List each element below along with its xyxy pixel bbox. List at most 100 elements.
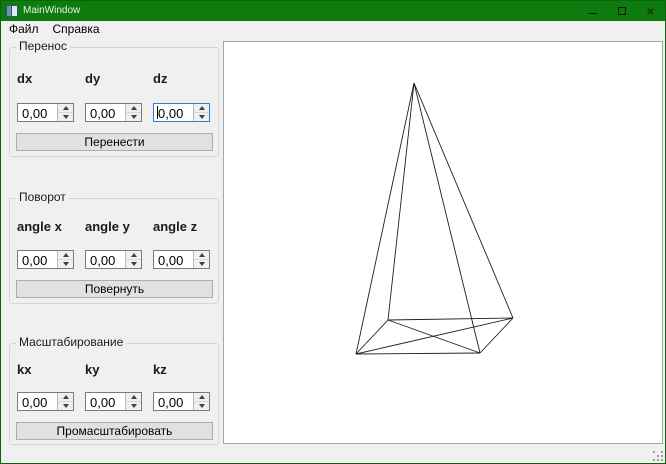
angle-z-input[interactable] — [154, 251, 193, 268]
spin-down-button[interactable] — [126, 113, 141, 121]
label-angle-y: angle y — [85, 219, 130, 234]
spin-up-button[interactable] — [126, 104, 141, 113]
spin-up-icon — [131, 253, 137, 257]
close-button[interactable]: × — [636, 1, 665, 21]
spin-up-button[interactable] — [126, 251, 141, 260]
maximize-icon — [618, 7, 626, 15]
spin-up-button[interactable] — [58, 251, 73, 260]
drawing-canvas — [223, 41, 663, 444]
label-ky: ky — [85, 362, 99, 377]
spin-down-icon — [63, 115, 69, 119]
spin-up-icon — [199, 253, 205, 257]
dx-input[interactable] — [18, 104, 57, 121]
dx-spinbox[interactable] — [17, 103, 74, 122]
ky-spinbox[interactable] — [85, 392, 142, 411]
maximize-button[interactable] — [607, 1, 636, 21]
spin-up-button[interactable] — [58, 104, 73, 113]
minimize-icon — [588, 13, 597, 14]
spin-down-button[interactable] — [126, 260, 141, 268]
kz-spinbox[interactable] — [153, 392, 210, 411]
spin-down-icon — [131, 262, 137, 266]
spin-down-button[interactable] — [58, 402, 73, 410]
spin-up-icon — [199, 395, 205, 399]
dx-spin-buttons — [57, 104, 73, 121]
kx-spinbox[interactable] — [17, 392, 74, 411]
label-dx: dx — [17, 71, 32, 86]
spin-down-icon — [131, 115, 137, 119]
spin-down-icon — [199, 115, 205, 119]
spin-up-button[interactable] — [194, 104, 209, 113]
angle-y-spin-buttons — [125, 251, 141, 268]
label-kz: kz — [153, 362, 167, 377]
ky-input[interactable] — [86, 393, 125, 410]
spin-up-button[interactable] — [194, 251, 209, 260]
main-window: MainWindow × Файл Справка Перенос dx dy … — [0, 0, 666, 464]
group-translation-title: Перенос — [16, 39, 70, 54]
menubar: Файл Справка — [1, 21, 665, 38]
spin-down-icon — [63, 262, 69, 266]
kz-input[interactable] — [154, 393, 193, 410]
spin-up-button[interactable] — [194, 393, 209, 402]
kx-spin-buttons — [57, 393, 73, 410]
spin-down-icon — [63, 404, 69, 408]
app-icon[interactable] — [6, 5, 18, 17]
window-title: MainWindow — [23, 1, 80, 21]
spin-down-button[interactable] — [194, 260, 209, 268]
spin-down-icon — [131, 404, 137, 408]
spin-up-button[interactable] — [58, 393, 73, 402]
angle-y-spinbox[interactable] — [85, 250, 142, 269]
spin-down-button[interactable] — [194, 402, 209, 410]
spin-up-icon — [199, 106, 205, 110]
label-angle-z: angle z — [153, 219, 197, 234]
dy-spin-buttons — [125, 104, 141, 121]
spin-down-button[interactable] — [194, 113, 209, 121]
kx-input[interactable] — [18, 393, 57, 410]
rotate-button[interactable]: Повернуть — [16, 280, 213, 298]
translate-button[interactable]: Перенести — [16, 133, 213, 151]
spin-up-icon — [131, 106, 137, 110]
titlebar[interactable]: MainWindow × — [1, 1, 665, 21]
dz-input[interactable] — [154, 104, 193, 121]
spin-up-icon — [131, 395, 137, 399]
spin-up-icon — [63, 106, 69, 110]
spin-down-button[interactable] — [58, 113, 73, 121]
angle-z-spinbox[interactable] — [153, 250, 210, 269]
minimize-button[interactable] — [578, 1, 607, 21]
statusbar — [1, 448, 665, 463]
dz-spin-buttons — [193, 104, 209, 121]
label-dz: dz — [153, 71, 167, 86]
label-angle-x: angle x — [17, 219, 62, 234]
spin-down-button[interactable] — [58, 260, 73, 268]
spin-down-icon — [199, 262, 205, 266]
group-translation: Перенос dx dy dz Перенести — [9, 47, 219, 157]
label-kx: kx — [17, 362, 31, 377]
window-controls: × — [578, 1, 665, 21]
dz-spinbox[interactable] — [153, 103, 210, 122]
group-rotation-title: Поворот — [16, 190, 69, 205]
group-rotation: Поворот angle x angle y angle z Пов — [9, 198, 219, 304]
spin-up-button[interactable] — [126, 393, 141, 402]
dy-input[interactable] — [86, 104, 125, 121]
label-dy: dy — [85, 71, 100, 86]
close-icon: × — [646, 4, 654, 18]
text-caret — [157, 106, 158, 119]
menu-help[interactable]: Справка — [47, 21, 106, 37]
angle-x-input[interactable] — [18, 251, 57, 268]
ky-spin-buttons — [125, 393, 141, 410]
angle-y-input[interactable] — [86, 251, 125, 268]
kz-spin-buttons — [193, 393, 209, 410]
spin-up-icon — [63, 395, 69, 399]
resize-grip-icon[interactable] — [652, 450, 663, 461]
dy-spinbox[interactable] — [85, 103, 142, 122]
group-scaling: Масштабирование kx ky kz Промасштаб — [9, 343, 219, 445]
spin-up-icon — [63, 253, 69, 257]
angle-z-spin-buttons — [193, 251, 209, 268]
angle-x-spinbox[interactable] — [17, 250, 74, 269]
group-scaling-title: Масштабирование — [16, 335, 126, 350]
angle-x-spin-buttons — [57, 251, 73, 268]
spin-down-button[interactable] — [126, 402, 141, 410]
scale-button[interactable]: Промасштабировать — [16, 422, 213, 440]
menu-file[interactable]: Файл — [3, 21, 45, 37]
canvas-figure — [224, 42, 662, 443]
spin-down-icon — [199, 404, 205, 408]
